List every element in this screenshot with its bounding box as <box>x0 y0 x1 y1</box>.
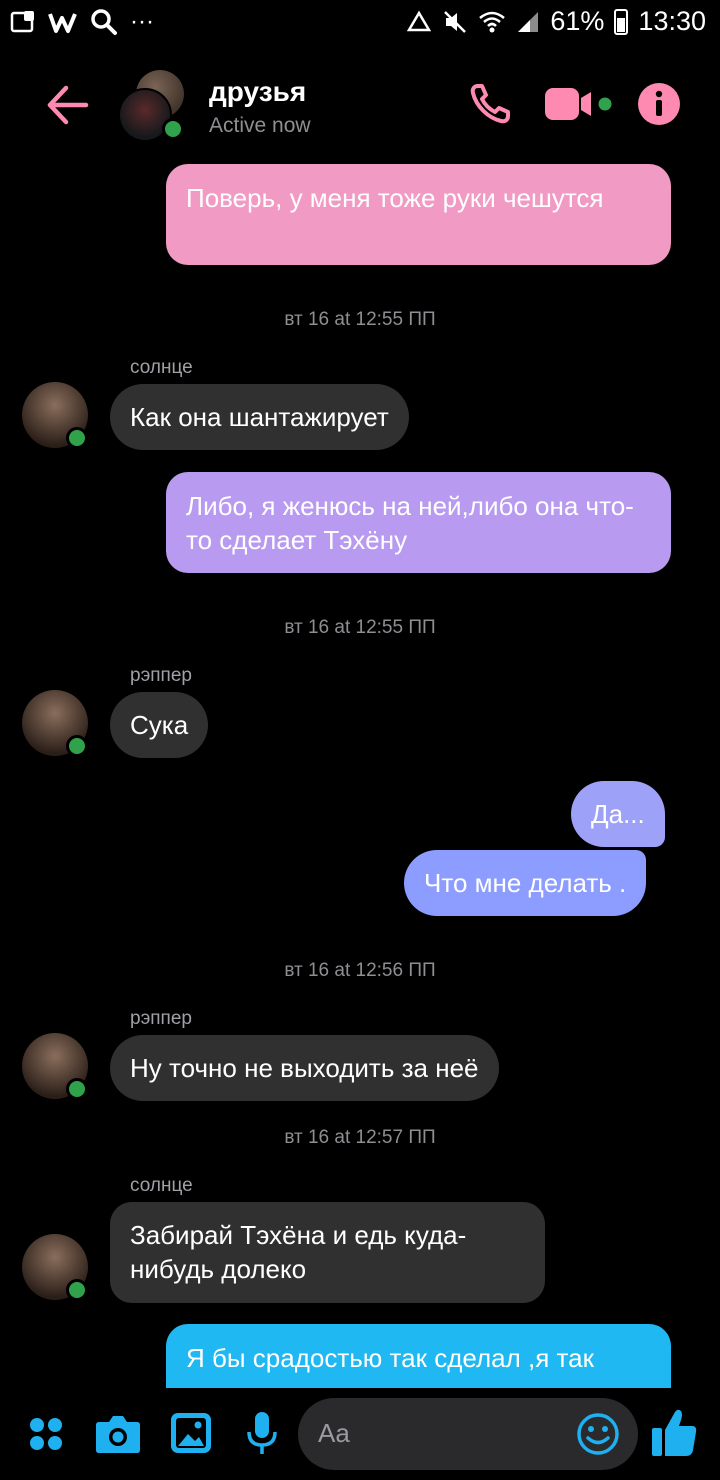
video-camera-icon[interactable] <box>543 82 615 126</box>
timestamp: вт 16 at 12:57 ПП <box>284 1127 436 1148</box>
group-avatar[interactable] <box>118 70 188 142</box>
microphone-icon[interactable] <box>245 1410 279 1456</box>
sender-name: солнце <box>130 1175 193 1196</box>
wifi-icon <box>479 11 506 32</box>
online-indicator <box>66 1279 88 1301</box>
timestamp: вт 16 at 12:55 ПП <box>284 617 436 638</box>
online-indicator <box>66 427 88 449</box>
incoming-message[interactable]: Как она шантажирует <box>110 384 409 450</box>
signal-icon <box>518 11 539 32</box>
online-indicator <box>66 1078 88 1100</box>
status-bar: ··· 61% 13:30 <box>0 0 720 50</box>
message-composer: Aa <box>0 1388 720 1480</box>
camera-icon[interactable] <box>95 1412 141 1454</box>
active-status: Active now <box>209 114 311 137</box>
mute-icon <box>444 10 467 33</box>
outgoing-message[interactable]: Поверь, у меня тоже руки чешутся <box>166 164 671 265</box>
online-indicator <box>162 118 184 140</box>
message-input[interactable]: Aa <box>298 1398 638 1470</box>
sender-name: солнце <box>130 357 193 378</box>
battery-icon <box>614 8 629 35</box>
sender-name: рэппер <box>130 1008 192 1029</box>
more-notifications-icon: ··· <box>130 8 154 35</box>
sender-name: рэппер <box>130 665 192 686</box>
thumbs-up-icon[interactable] <box>650 1406 698 1458</box>
outgoing-message[interactable]: Либо, я женюсь на ней,либо она что-то сд… <box>166 472 671 573</box>
apps-grid-icon[interactable] <box>28 1416 64 1452</box>
recycle-icon <box>407 10 432 31</box>
outgoing-message[interactable]: Что мне делать . <box>404 850 647 916</box>
clock: 13:30 <box>638 6 706 36</box>
incoming-message[interactable]: Забирай Тэхёна и едь куда-нибудь долеко <box>110 1202 545 1303</box>
emoji-icon[interactable] <box>576 1412 620 1456</box>
battery-percent: 61% <box>550 6 605 36</box>
gallery-icon[interactable] <box>170 1412 212 1454</box>
incoming-message[interactable]: Сука <box>110 692 209 758</box>
conversation-header: друзья Active now <box>0 60 720 150</box>
outgoing-message[interactable]: Да... <box>571 781 665 847</box>
online-indicator <box>66 735 88 757</box>
notification-icon <box>10 11 34 33</box>
info-icon[interactable] <box>637 82 681 126</box>
timestamp: вт 16 at 12:56 ПП <box>284 960 436 981</box>
timestamp: вт 16 at 12:55 ПП <box>284 309 436 330</box>
w-app-icon <box>48 13 77 33</box>
back-arrow-icon[interactable] <box>44 82 90 128</box>
message-placeholder: Aa <box>318 1418 350 1448</box>
conversation-title[interactable]: друзья <box>209 76 306 108</box>
phone-icon[interactable] <box>468 82 512 126</box>
incoming-message[interactable]: Ну точно не выходить за неё <box>110 1035 499 1101</box>
search-icon <box>91 9 117 35</box>
